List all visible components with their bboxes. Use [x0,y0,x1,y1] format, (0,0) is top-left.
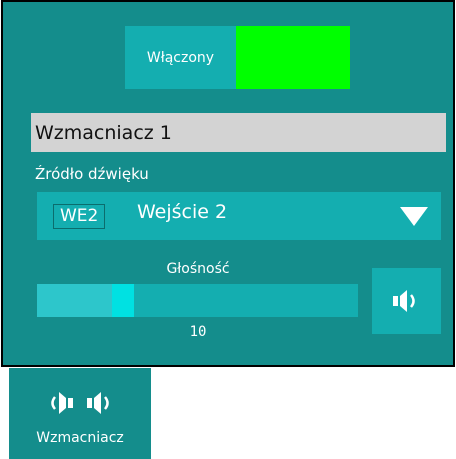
volume-slider-thumb[interactable] [112,284,134,317]
volume-slider[interactable] [37,284,358,317]
power-label[interactable]: Włączony [125,26,236,89]
mute-button[interactable] [372,268,441,334]
speaker-left-icon [51,392,73,414]
speaker-right-icon [87,392,109,414]
power-indicator[interactable] [236,26,350,89]
amplifier-panel: Włączony Źródło dźwięku WE2 Wejście 2 Gł… [1,0,455,367]
amplifier-name-field[interactable] [31,113,446,152]
mode-label: Wzmacniacz [36,430,124,446]
stereo-icons [9,388,151,418]
source-code-badge: WE2 [53,204,106,229]
volume-fill [37,284,112,317]
source-name: Wejście 2 [137,201,228,223]
source-dropdown[interactable]: WE2 Wejście 2 [37,192,441,240]
amplifier-mode-button[interactable]: Wzmacniacz [9,368,151,459]
dropdown-arrow-icon[interactable] [400,207,428,226]
speaker-icon [392,290,415,312]
volume-caption: Głośność [166,261,230,277]
power-toggle[interactable]: Włączony [125,26,350,89]
source-caption: Źródło dźwięku [35,165,149,183]
volume-value: 10 [189,324,207,340]
